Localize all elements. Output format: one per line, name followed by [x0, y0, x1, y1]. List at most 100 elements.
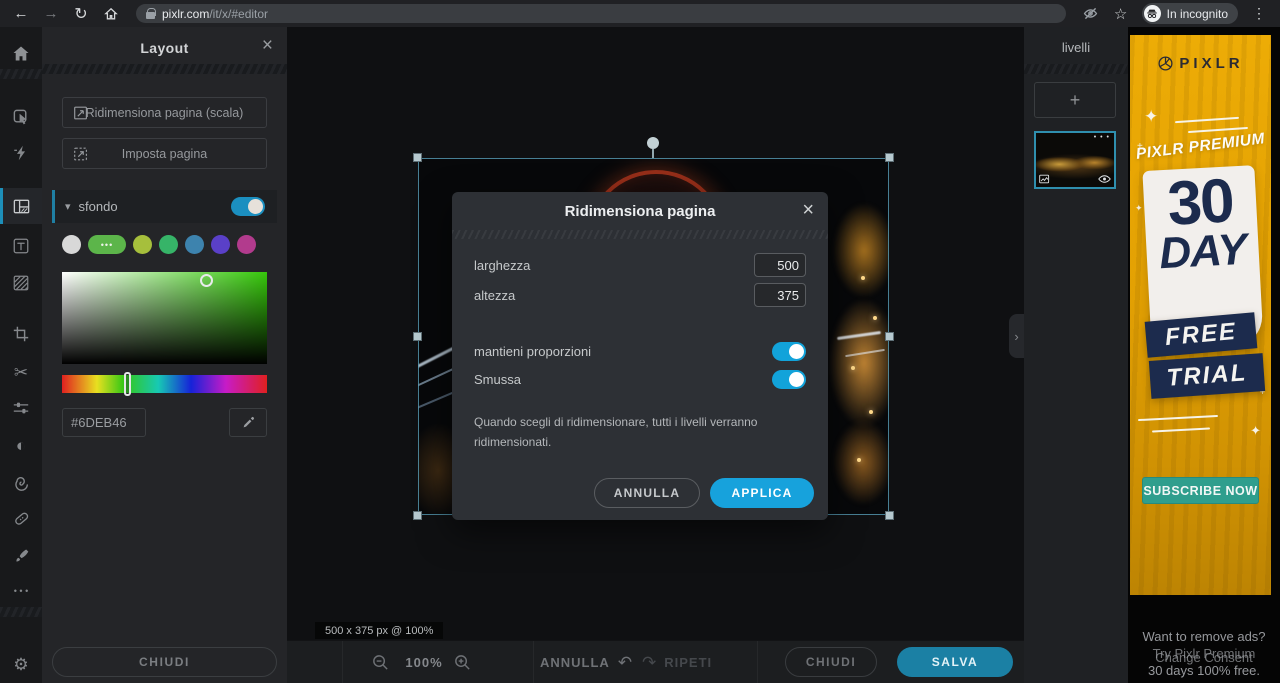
dialog-divider	[452, 230, 828, 239]
save-button[interactable]: SALVA	[897, 647, 1013, 677]
back-icon[interactable]: ←	[8, 3, 34, 25]
redo-button[interactable]: ↷ RIPETI	[642, 641, 712, 683]
bookmark-star-icon[interactable]: ☆	[1108, 3, 1134, 25]
smooth-row: Smussa	[474, 366, 806, 392]
set-page-button[interactable]: Imposta pagina	[62, 138, 267, 169]
layout-panel: Layout × Ridimensiona pagina (scala) Imp…	[42, 27, 287, 683]
smooth-toggle[interactable]	[772, 370, 806, 389]
light-dot	[869, 410, 873, 414]
background-section-row[interactable]: ▾ sfondo	[52, 190, 277, 223]
selection-handle-top-right[interactable]	[885, 153, 894, 162]
tool-layout-icon[interactable]	[0, 191, 42, 221]
width-label: larghezza	[474, 258, 530, 273]
layer-thumbnail[interactable]: • • •	[1034, 131, 1116, 189]
settings-gear-icon[interactable]: ⚙	[0, 649, 42, 679]
tool-cut-icon[interactable]: ✂	[0, 357, 42, 387]
redo-icon: ↷	[642, 653, 656, 673]
swatch-blue[interactable]	[185, 235, 204, 254]
hex-color-input[interactable]	[62, 408, 146, 437]
height-row: altezza	[474, 282, 806, 308]
keep-proportions-toggle[interactable]	[772, 342, 806, 361]
premium-ad-banner[interactable]: PIXLR ✦ + ✦ PIXLR PREMIUM 30 DAY FREE TR…	[1130, 35, 1271, 595]
swatch-green[interactable]	[159, 235, 178, 254]
panel-close-button[interactable]: CHIUDI	[52, 647, 277, 677]
editor-app: ✂ ◐ • • • ⚙ Layout × Ri	[0, 27, 1280, 683]
toolbar-divider	[757, 641, 758, 683]
save-label: SALVA	[932, 655, 978, 669]
tool-liquify-icon[interactable]	[0, 467, 42, 497]
selection-handle-bottom-left[interactable]	[413, 511, 422, 520]
panel-expand-chevron[interactable]: ›	[1009, 314, 1024, 358]
background-label: sfondo	[79, 199, 118, 214]
layer-menu-dots[interactable]: • • •	[1094, 134, 1110, 141]
resize-scale-icon	[72, 104, 90, 122]
pixlr-logo: PIXLR	[1130, 55, 1271, 72]
tool-text-icon[interactable]	[0, 231, 42, 261]
tool-retouch-icon[interactable]	[0, 503, 42, 533]
add-layer-button[interactable]: +	[1034, 82, 1116, 118]
eyedropper-button[interactable]	[229, 408, 267, 437]
forward-icon[interactable]: →	[38, 3, 64, 25]
selection-rotate-handle[interactable]	[647, 137, 659, 149]
subscribe-now-button[interactable]: SUBSCRIBE NOW	[1142, 477, 1259, 504]
zoom-out-icon	[371, 653, 390, 672]
home-icon[interactable]	[98, 3, 124, 25]
zoom-in-button[interactable]	[453, 641, 472, 683]
tool-more-icon[interactable]: • • •	[0, 576, 42, 606]
canvas-area[interactable]: Ridimensiona pagina × larghezza altezza …	[287, 27, 1024, 640]
light-dot	[851, 366, 855, 370]
resize-page-button[interactable]: Ridimensiona pagina (scala)	[62, 97, 267, 128]
sparkle-icon: ✦	[1250, 423, 1261, 439]
layout-panel-title: Layout	[42, 40, 287, 56]
refresh-icon[interactable]: ↻	[68, 3, 94, 25]
undo-button[interactable]: ANNULLA ↶	[540, 641, 632, 683]
pixlr-brand-label: PIXLR	[1179, 55, 1243, 72]
dialog-apply-button[interactable]: APPLICA	[710, 478, 814, 508]
browser-menu-icon[interactable]: ⋮	[1246, 3, 1272, 25]
width-input[interactable]	[754, 253, 806, 277]
tool-crop-icon[interactable]	[0, 319, 42, 349]
tool-draw-icon[interactable]	[0, 540, 42, 570]
panel-close-label: CHIUDI	[139, 655, 190, 669]
tool-fill-icon[interactable]	[0, 268, 42, 298]
dialog-cancel-button[interactable]: ANNULLA	[594, 478, 700, 508]
swatch-magenta[interactable]	[237, 235, 256, 254]
url-bar[interactable]: pixlr.com/it/x/#editor	[136, 4, 1066, 23]
incognito-label: In incognito	[1167, 7, 1228, 21]
zoom-level: 100%	[401, 641, 447, 683]
selection-handle-bottom-right[interactable]	[885, 511, 894, 520]
selection-handle-mid-left[interactable]	[413, 332, 422, 341]
sparkle-icon: ✦	[1144, 107, 1158, 127]
tool-adjust-icon[interactable]	[0, 393, 42, 423]
dialog-close-icon[interactable]: ×	[802, 199, 814, 222]
layout-panel-close-icon[interactable]: ×	[262, 35, 273, 57]
tool-filter-icon[interactable]: ◐	[0, 430, 42, 460]
selection-handle-mid-right[interactable]	[885, 332, 894, 341]
tool-effects-icon[interactable]	[0, 138, 42, 168]
rail-divider-bottom	[0, 607, 42, 617]
swatch-yellow-green[interactable]	[133, 235, 152, 254]
background-toggle[interactable]	[231, 197, 265, 216]
layer-visibility-eye-icon[interactable]	[1098, 174, 1111, 184]
height-input[interactable]	[754, 283, 806, 307]
close-document-button[interactable]: CHIUDI	[785, 647, 877, 677]
zoom-out-button[interactable]	[371, 641, 390, 683]
eye-slash-icon[interactable]	[1078, 3, 1104, 25]
chevron-down-icon: ▾	[65, 200, 71, 213]
toolbar-divider	[342, 641, 343, 683]
tool-home-icon[interactable]	[0, 39, 42, 69]
deco-line	[1188, 127, 1248, 133]
swatch-white[interactable]	[62, 235, 81, 254]
hue-slider-handle[interactable]	[124, 372, 131, 396]
plus-icon: +	[1070, 90, 1081, 111]
incognito-icon	[1144, 5, 1161, 22]
selection-handle-top-left[interactable]	[413, 153, 422, 162]
width-row: larghezza	[474, 252, 806, 278]
picker-cursor[interactable]	[200, 274, 213, 287]
swatch-green-selected[interactable]: •••	[88, 235, 126, 254]
swatch-purple[interactable]	[211, 235, 230, 254]
rail-divider	[0, 69, 42, 79]
saturation-picker[interactable]	[62, 272, 267, 364]
hue-slider[interactable]	[62, 375, 267, 393]
tool-arrange-icon[interactable]	[0, 102, 42, 132]
